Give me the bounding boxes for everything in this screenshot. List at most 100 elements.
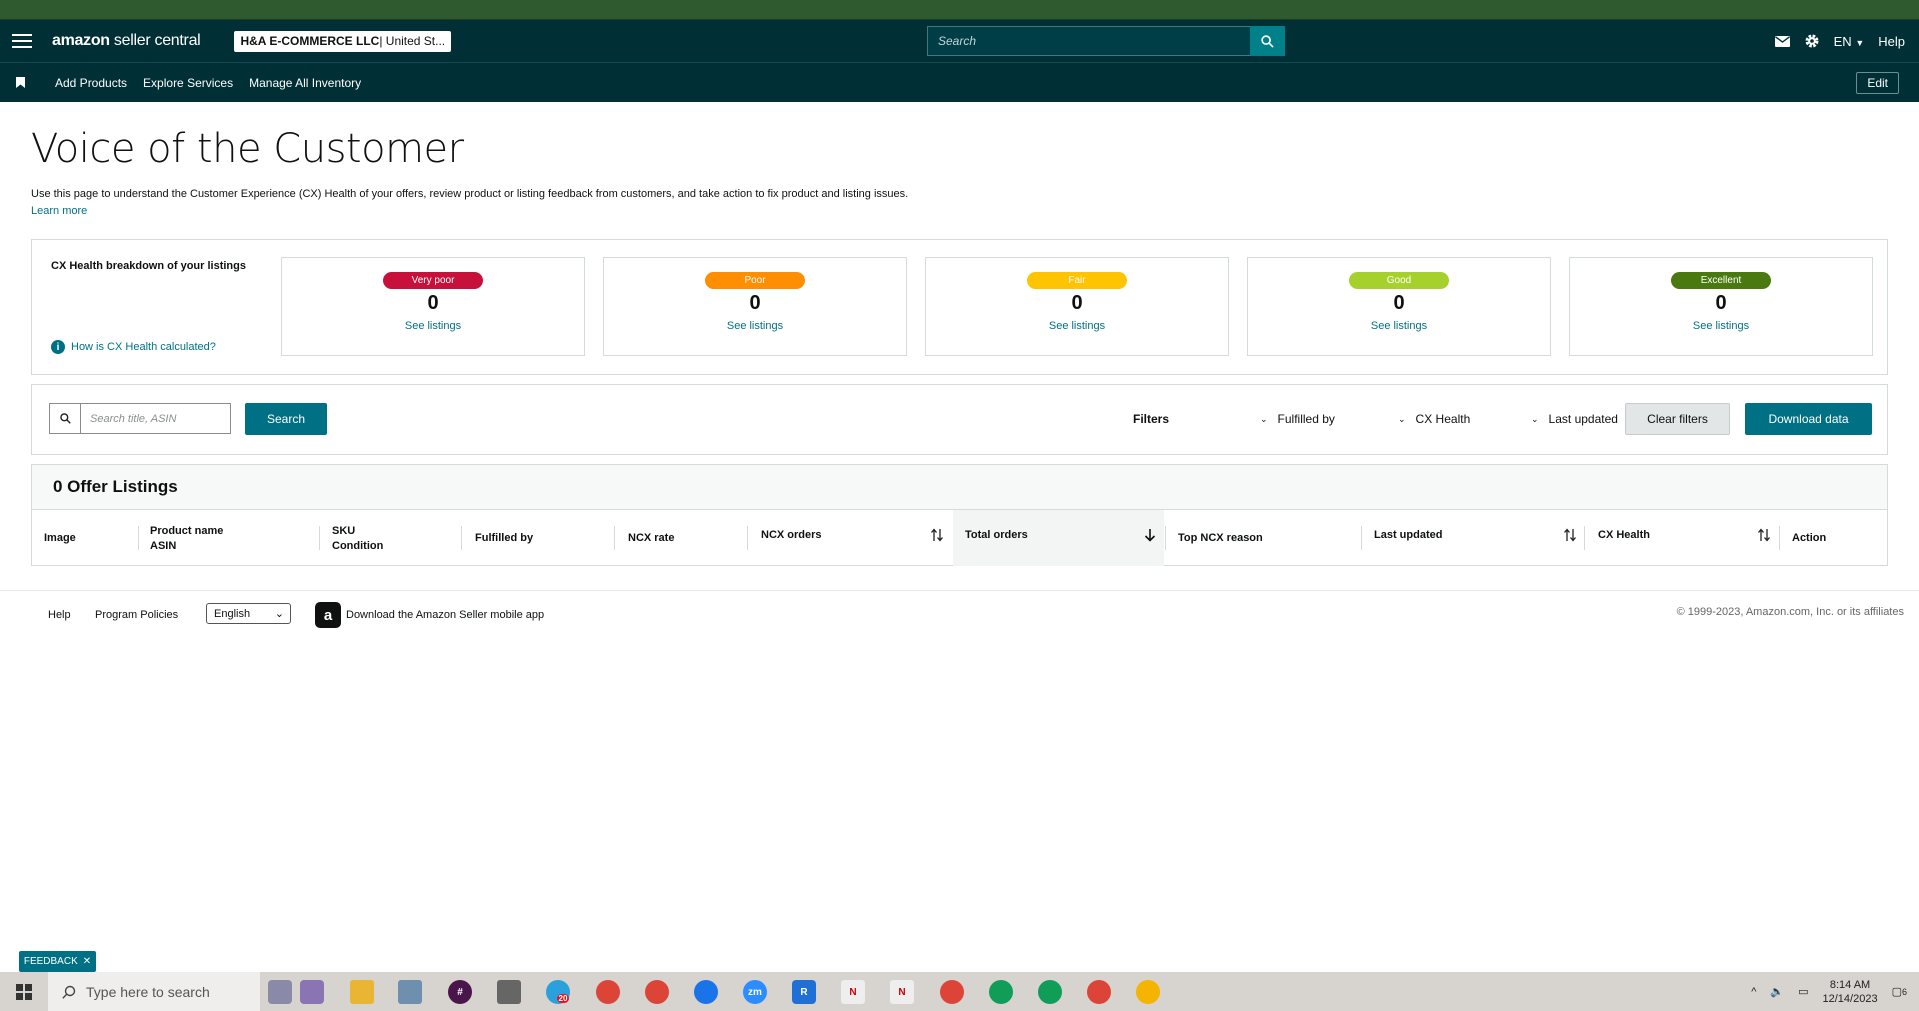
search-button[interactable]: Search <box>245 403 327 435</box>
language-menu[interactable]: EN ▼ <box>1834 34 1865 49</box>
app-icon[interactable] <box>300 980 324 1004</box>
filters-label: Filters <box>1133 412 1170 426</box>
telegram-icon[interactable]: 20 <box>546 980 570 1004</box>
see-listings-excellent[interactable]: See listings <box>1693 320 1749 332</box>
footer-policies-link[interactable]: Program Policies <box>95 609 178 621</box>
account-switcher[interactable]: H&A E-COMMERCE LLC | United St... <box>234 30 452 52</box>
chrome-icon[interactable] <box>989 980 1013 1004</box>
search-icon <box>49 403 80 434</box>
calculator-icon[interactable] <box>497 980 521 1004</box>
download-app-link[interactable]: Download the Amazon Seller mobile app <box>346 609 544 621</box>
system-tray: ^ 🔈 ▭ 8:14 AM 12/14/2023 ▢6 <box>1751 972 1907 1011</box>
cx-card-poor: Poor 0 See listings <box>603 257 907 356</box>
col-cx-health[interactable]: CX Health <box>1598 528 1650 543</box>
cx-card-fair: Fair 0 See listings <box>925 257 1229 356</box>
language-label: EN <box>1833 33 1852 49</box>
mail-icon[interactable] <box>1774 35 1790 47</box>
sort-icon[interactable] <box>1564 528 1576 542</box>
col-action: Action <box>1792 532 1827 544</box>
clock-date: 12/14/2023 <box>1822 992 1878 1005</box>
seller-central-logo[interactable]: amazon seller central <box>52 32 201 50</box>
clear-filters-button[interactable]: Clear filters <box>1625 403 1730 435</box>
chrome-icon[interactable] <box>1087 980 1111 1004</box>
search-title-asin-input[interactable]: Search title, ASIN <box>80 403 231 434</box>
sort-icon[interactable] <box>1758 528 1770 542</box>
cx-card-good: Good 0 See listings <box>1247 257 1551 356</box>
gear-icon[interactable] <box>1804 33 1820 49</box>
menu-icon[interactable] <box>12 34 32 48</box>
logo-sub-text: seller central <box>109 32 201 49</box>
chrome-icon[interactable] <box>1136 980 1160 1004</box>
notification-icon[interactable]: ▢6 <box>1892 985 1907 998</box>
chevron-down-icon: ⌄ <box>274 608 284 620</box>
learn-more-link[interactable]: Learn more <box>31 205 87 217</box>
col-last-updated[interactable]: Last updated <box>1374 528 1442 543</box>
chevron-down-icon: ⌄ <box>1531 413 1539 424</box>
chevron-up-icon[interactable]: ^ <box>1751 986 1756 998</box>
footer-language-select[interactable]: English ⌄ <box>206 603 291 624</box>
badge-count: 20 <box>556 993 570 1003</box>
global-search-input[interactable]: Search <box>927 26 1250 56</box>
last-updated-dropdown[interactable]: ⌄ Last updated <box>1531 412 1618 426</box>
badge-poor: Poor <box>705 272 805 289</box>
header-actions: EN ▼ Help <box>1774 20 1905 62</box>
app-icon[interactable]: N <box>890 980 914 1004</box>
volume-icon[interactable]: 🔈 <box>1770 985 1784 998</box>
close-icon[interactable]: ✕ <box>83 956 91 967</box>
col-total-orders[interactable]: Total orders <box>965 528 1028 543</box>
see-listings-very-poor[interactable]: See listings <box>405 320 461 332</box>
nav-add-products[interactable]: Add Products <box>55 76 127 90</box>
chrome-icon[interactable] <box>645 980 669 1004</box>
help-link[interactable]: Help <box>1878 34 1905 49</box>
chrome-icon[interactable] <box>940 980 964 1004</box>
fulfilled-by-dropdown[interactable]: ⌄ Fulfilled by <box>1260 412 1335 426</box>
chrome-icon[interactable] <box>1038 980 1062 1004</box>
taskbar-search[interactable]: Type here to search <box>48 972 260 1011</box>
sort-icon[interactable] <box>931 528 943 542</box>
clock-time: 8:14 AM <box>1829 978 1871 991</box>
footer-help-link[interactable]: Help <box>48 609 71 621</box>
cx-help-link[interactable]: i How is CX Health calculated? <box>51 340 216 354</box>
nav-explore-services[interactable]: Explore Services <box>143 76 233 90</box>
col-ncx-orders[interactable]: NCX orders <box>761 528 822 543</box>
see-listings-poor[interactable]: See listings <box>727 320 783 332</box>
col-sku-condition[interactable]: SKU Condition <box>332 524 383 554</box>
see-listings-good[interactable]: See listings <box>1371 320 1427 332</box>
chevron-down-icon: ⌄ <box>1398 413 1406 424</box>
bookmark-icon[interactable] <box>16 77 25 88</box>
badge-very-poor: Very poor <box>383 272 483 289</box>
app-icon[interactable] <box>268 980 292 1004</box>
file-explorer-icon[interactable] <box>350 980 374 1004</box>
nav-manage-inventory[interactable]: Manage All Inventory <box>249 76 361 90</box>
sort-descending-icon[interactable] <box>1144 528 1156 542</box>
see-listings-fair[interactable]: See listings <box>1049 320 1105 332</box>
clock[interactable]: 8:14 AM 12/14/2023 <box>1823 978 1878 1006</box>
windows-taskbar: Type here to search # 20 zm R N N ^ 🔈 ▭ … <box>0 972 1919 1011</box>
feedback-tab[interactable]: FEEDBACK ✕ <box>19 951 96 972</box>
network-icon[interactable]: ▭ <box>1798 985 1808 998</box>
col-divider <box>614 526 615 550</box>
page-title: Voice of the Customer <box>31 126 464 172</box>
info-icon: i <box>51 340 65 354</box>
edit-bookmarks-button[interactable]: Edit <box>1856 72 1899 94</box>
col-top-ncx-reason[interactable]: Top NCX reason <box>1178 531 1263 546</box>
windows-start-icon[interactable] <box>0 972 48 1011</box>
search-icon <box>1261 34 1274 48</box>
cx-card-very-poor: Very poor 0 See listings <box>281 257 585 356</box>
cx-health-dropdown[interactable]: ⌄ CX Health <box>1398 412 1470 426</box>
chrome-icon[interactable] <box>694 980 718 1004</box>
app-icon[interactable]: N <box>841 980 865 1004</box>
app-icon[interactable] <box>398 980 422 1004</box>
browser-chrome-strip <box>0 0 1919 20</box>
chrome-icon[interactable] <box>596 980 620 1004</box>
global-search-button[interactable] <box>1250 26 1285 56</box>
download-data-button[interactable]: Download data <box>1745 403 1872 435</box>
slack-icon[interactable]: # <box>448 980 472 1004</box>
col-fulfilled-by[interactable]: Fulfilled by <box>475 531 533 546</box>
zoom-icon[interactable]: zm <box>743 980 767 1004</box>
col-product-asin[interactable]: Product name ASIN <box>150 524 223 554</box>
app-icon[interactable]: R <box>792 980 816 1004</box>
copyright-text: © 1999-2023, Amazon.com, Inc. or its aff… <box>1676 606 1904 618</box>
badge-excellent: Excellent <box>1671 272 1771 289</box>
col-ncx-rate[interactable]: NCX rate <box>628 531 674 546</box>
